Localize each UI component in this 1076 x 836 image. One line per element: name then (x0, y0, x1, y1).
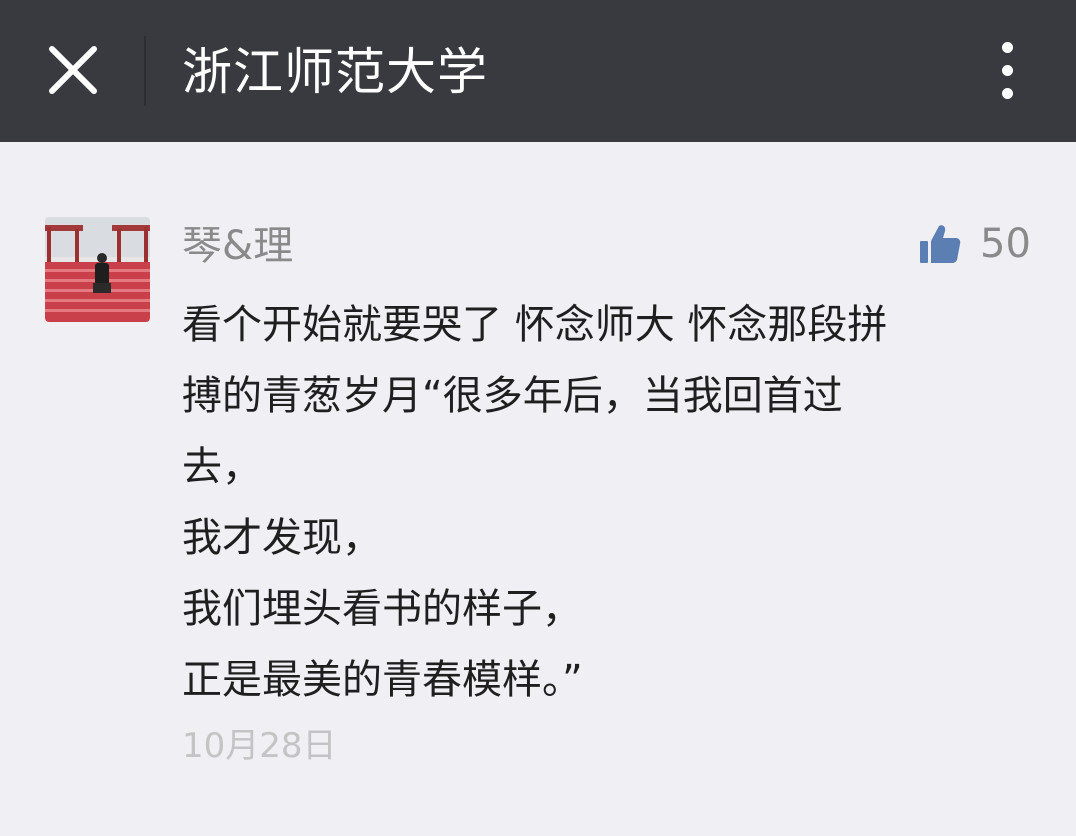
comment-date: 10月28日 (182, 726, 337, 766)
comment-line: 我才发现， (182, 515, 382, 561)
comment-text: 看个开始就要哭了 怀念师大 怀念那段拼 搏的青葱岁月“很多年后，当我回首过 去，… (182, 290, 1042, 716)
thumbs-up-icon (918, 222, 962, 266)
more-button[interactable] (988, 38, 1028, 104)
close-icon (49, 46, 97, 94)
title-divider (144, 36, 146, 106)
title-bar: 浙江师范大学 (0, 0, 1076, 142)
comment-line: 正是最美的青春模样。” (182, 657, 583, 703)
page-title: 浙江师范大学 (182, 43, 488, 101)
comment-author[interactable]: 琴&理 (182, 220, 293, 272)
comment-line: 去， (182, 444, 262, 490)
close-button[interactable] (40, 37, 106, 103)
comment-line: 搏的青葱岁月“很多年后，当我回首过 (182, 373, 843, 419)
comment-line: 看个开始就要哭了 怀念师大 怀念那段拼 (182, 302, 888, 348)
comment-line: 我们埋头看书的样子， (182, 586, 582, 632)
avatar[interactable] (45, 217, 150, 322)
like-count: 50 (980, 221, 1031, 267)
comment-item: 琴&理 50 看个开始就要哭了 怀念师大 怀念那段拼 搏的青葱岁月“很多年后，当… (0, 142, 1076, 836)
